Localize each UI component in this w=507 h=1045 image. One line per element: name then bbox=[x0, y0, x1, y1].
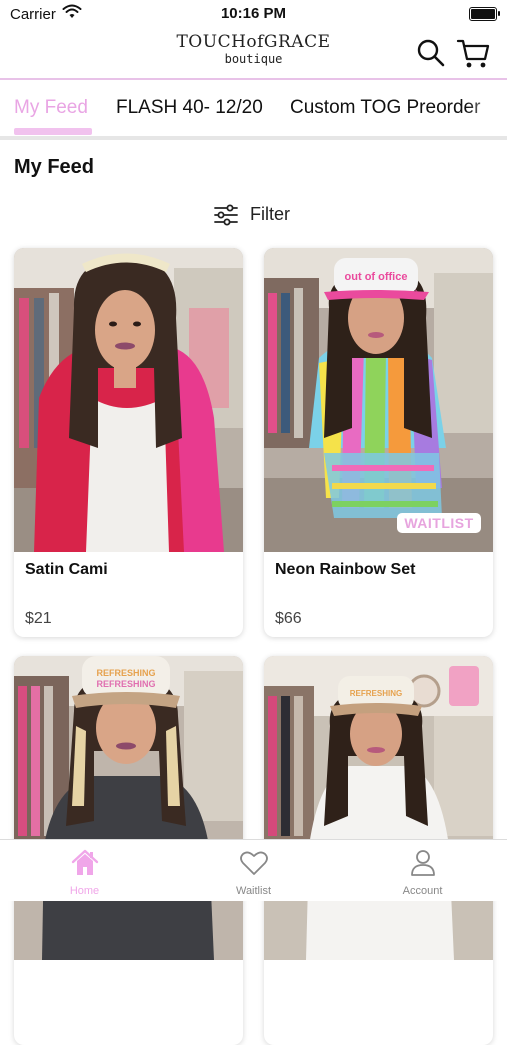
tab-my-feed[interactable]: My Feed bbox=[14, 97, 88, 119]
tabs-fade bbox=[467, 80, 507, 136]
bottom-tab-bar: Home Waitlist Account bbox=[0, 839, 507, 901]
product-name: Satin Cami bbox=[25, 561, 108, 578]
filter-icon bbox=[214, 204, 238, 226]
product-price: $21 bbox=[25, 610, 52, 627]
category-tabs: My Feed FLASH 40- 12/20 Custom TOG Preor… bbox=[0, 80, 507, 136]
home-icon bbox=[71, 849, 99, 875]
cart-icon[interactable] bbox=[456, 36, 490, 70]
svg-text:out of office: out of office bbox=[345, 271, 408, 283]
svg-text:REFRESHING: REFRESHING bbox=[96, 679, 155, 689]
tab-custom-preorder[interactable]: Custom TOG Preorder bbox=[290, 97, 480, 119]
battery-icon bbox=[469, 7, 500, 21]
product-image[interactable]: REFRESHING bbox=[264, 656, 493, 960]
product-name: Neon Rainbow Set bbox=[275, 561, 416, 578]
nav-account[interactable]: Account bbox=[338, 840, 507, 901]
product-image[interactable] bbox=[14, 248, 243, 552]
nav-account-label: Account bbox=[402, 885, 443, 897]
search-icon[interactable] bbox=[416, 38, 446, 68]
status-bar: Carrier 10:16 PM bbox=[0, 0, 507, 30]
nav-waitlist-label: Waitlist bbox=[235, 885, 272, 897]
svg-text:REFRESHING: REFRESHING bbox=[96, 668, 155, 678]
app-header: TOUCHofGRACE boutique bbox=[0, 30, 507, 78]
product-image[interactable]: REFRESHING REFRESHING bbox=[14, 656, 243, 960]
nav-waitlist[interactable]: Waitlist bbox=[169, 840, 338, 901]
page-title: My Feed bbox=[14, 156, 95, 178]
tabs-divider bbox=[0, 136, 507, 140]
product-image[interactable]: out of office bbox=[264, 248, 493, 552]
filter-label: Filter bbox=[250, 204, 290, 224]
svg-text:REFRESHING: REFRESHING bbox=[350, 689, 402, 698]
product-card-neon-rainbow-set[interactable]: out of office WAITLIST Neon Rainbow Set … bbox=[264, 248, 493, 637]
active-tab-indicator bbox=[14, 128, 92, 135]
tab-flash-sale[interactable]: FLASH 40- 12/20 bbox=[116, 97, 263, 119]
account-icon bbox=[411, 850, 435, 876]
product-card-satin-cami[interactable]: Satin Cami $21 bbox=[14, 248, 243, 637]
clock: 10:16 PM bbox=[220, 5, 287, 22]
nav-home[interactable]: Home bbox=[0, 840, 169, 901]
product-price: $66 bbox=[275, 610, 302, 627]
heart-icon bbox=[240, 851, 268, 875]
waitlist-badge: WAITLIST bbox=[397, 513, 481, 533]
nav-home-label: Home bbox=[69, 885, 100, 897]
